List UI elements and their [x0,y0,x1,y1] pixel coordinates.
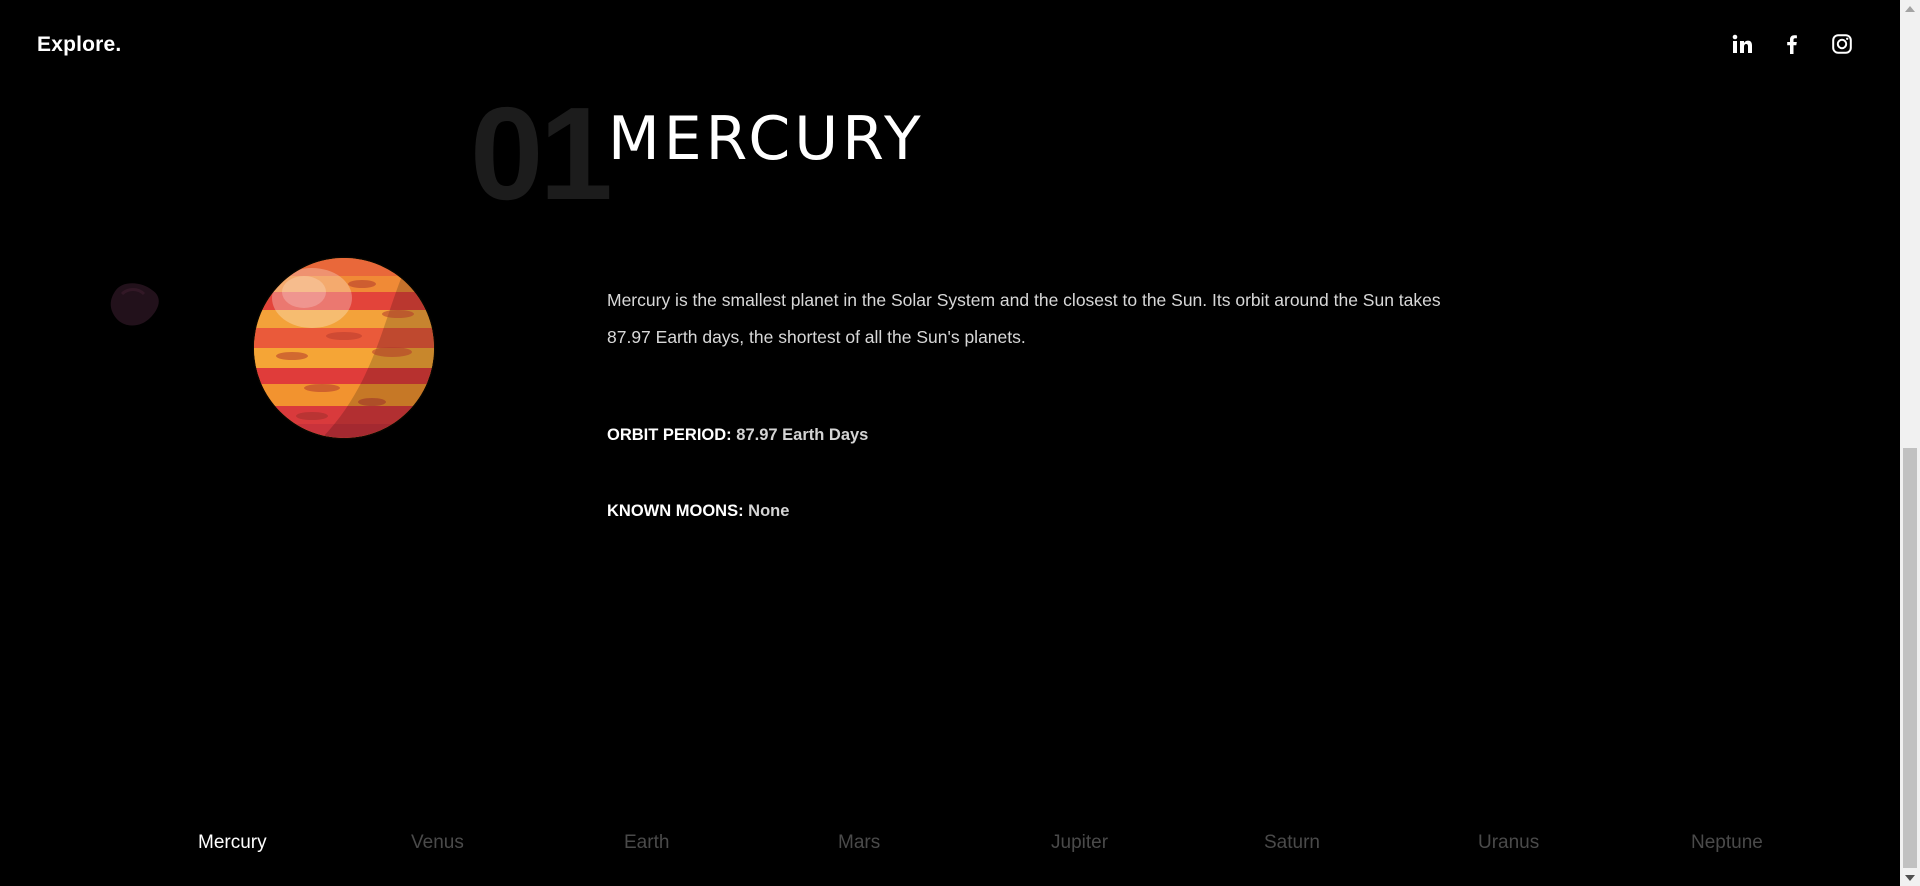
scroll-down-arrow[interactable] [1900,869,1920,886]
instagram-icon[interactable] [1828,30,1856,58]
known-moons: KNOWN MOONS: None [607,502,789,521]
scrollbar-thumb[interactable] [1903,448,1917,868]
orbit-period-label: ORBIT PERIOD: [607,426,732,444]
nav-item-neptune[interactable]: Neptune [1691,832,1763,854]
planet-number: 01 [470,80,613,227]
nav-item-jupiter[interactable]: Jupiter [1051,832,1108,854]
planet-name: MERCURY [608,104,925,174]
vertical-scrollbar[interactable] [1900,0,1920,886]
nav-item-venus[interactable]: Venus [411,832,464,854]
facebook-icon[interactable] [1778,30,1806,58]
linkedin-icon[interactable] [1728,30,1756,58]
social-links [1728,30,1856,58]
page: Explore. 01 MERCURY Mercury is the small… [0,0,1920,886]
scroll-up-arrow[interactable] [1900,0,1920,17]
known-moons-label: KNOWN MOONS: [607,502,744,520]
known-moons-value: None [748,502,790,520]
orbit-period-value: 87.97 Earth Days [736,426,869,444]
nav-item-uranus[interactable]: Uranus [1478,832,1539,854]
asteroid-decoration [108,280,164,332]
brand-logo[interactable]: Explore. [37,33,121,57]
planet-illustration [252,256,436,440]
orbit-period: ORBIT PERIOD: 87.97 Earth Days [607,426,868,445]
nav-item-earth[interactable]: Earth [624,832,669,854]
planet-nav: Mercury Venus Earth Mars Jupiter Saturn … [0,832,1900,862]
nav-item-saturn[interactable]: Saturn [1264,832,1320,854]
nav-item-mercury[interactable]: Mercury [198,832,267,854]
nav-item-mars[interactable]: Mars [838,832,880,854]
planet-description: Mercury is the smallest planet in the So… [607,290,1441,347]
